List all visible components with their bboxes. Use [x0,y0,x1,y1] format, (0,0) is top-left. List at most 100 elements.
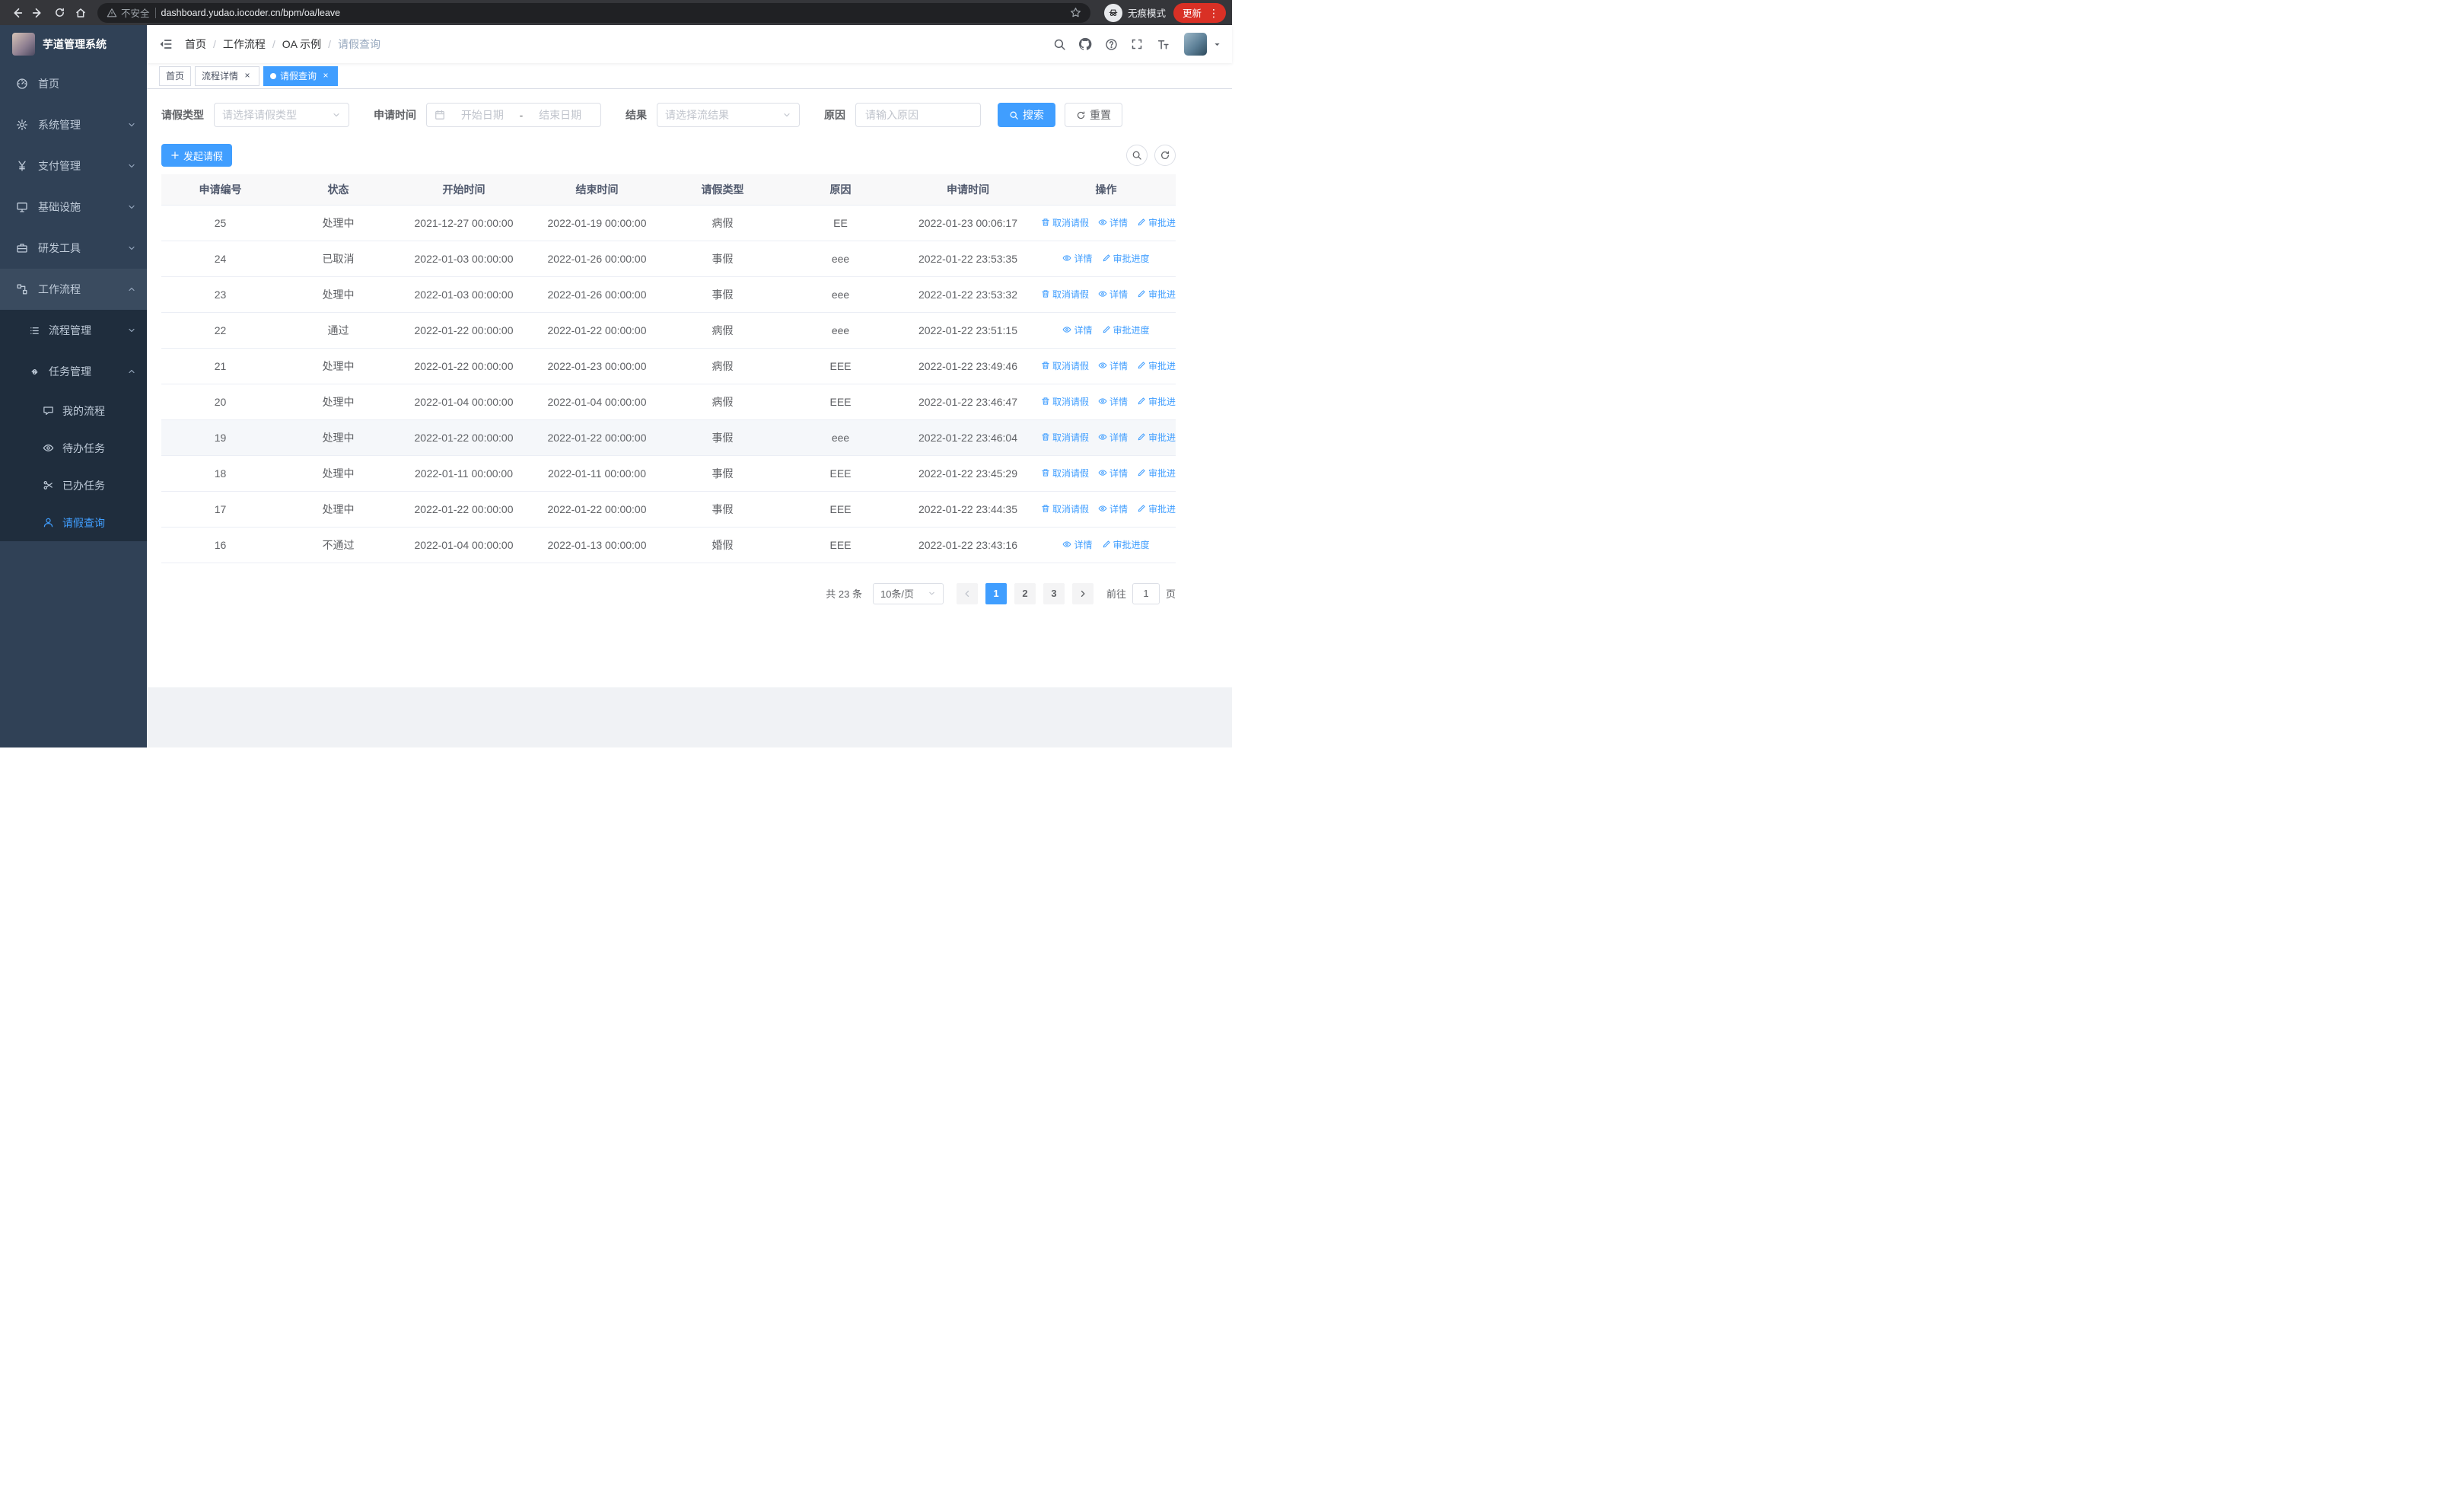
table-row: 17 处理中 2022-01-22 00:00:00 2022-01-22 00:00… [161,491,1176,528]
sidebar-item-done-tasks[interactable]: 已办任务 [0,467,147,504]
tab-home[interactable]: 首页 [159,65,192,86]
cancel-leave-link[interactable]: 取消请假 [1041,502,1089,515]
create-leave-button[interactable]: 发起请假 [161,144,233,167]
home-icon[interactable] [70,2,91,24]
cancel-leave-link[interactable]: 取消请假 [1041,288,1089,301]
tab-process-detail[interactable]: 流程详情 × [195,65,260,86]
detail-link[interactable]: 详情 [1098,502,1128,515]
yen-icon [16,160,29,172]
user-avatar[interactable] [1184,33,1207,56]
cell-apply-time: 2022-01-22 23:53:35 [899,241,1036,277]
forward-icon[interactable] [27,2,49,24]
page-button-1[interactable]: 1 [985,582,1007,604]
approval-progress-link[interactable]: 审批进度 [1137,395,1176,408]
close-icon[interactable]: × [320,70,331,81]
cell-start-time: 2022-01-03 00:00:00 [397,241,530,277]
detail-link[interactable]: 详情 [1062,324,1093,336]
chevron-down-icon [127,161,136,171]
help-icon[interactable] [1100,33,1122,55]
fullscreen-icon[interactable] [1126,33,1148,55]
toggle-search-button[interactable] [1126,145,1148,166]
prev-page-button[interactable] [956,582,978,604]
sidebar-collapse-icon[interactable] [147,25,185,63]
eye-icon [1062,541,1071,547]
caret-down-icon[interactable] [1213,40,1221,49]
sidebar-item-system[interactable]: 系统管理 [0,104,147,145]
breadcrumb-separator: / [272,38,275,50]
search-icon[interactable] [1049,33,1070,55]
reason-input[interactable] [855,103,981,127]
sidebar-item-workflow[interactable]: 工作流程 [0,269,147,310]
sidebar-item-todo-tasks[interactable]: 待办任务 [0,429,147,467]
leave-type-select[interactable]: 请选择请假类型 [214,103,349,127]
approval-progress-link[interactable]: 审批进度 [1137,467,1176,480]
font-size-icon[interactable] [1152,33,1173,55]
cell-reason: EEE [782,384,899,420]
detail-link[interactable]: 详情 [1098,395,1128,408]
pagination: 共 23 条 10条/页 1 2 3 前往 1 页 [161,582,1176,604]
sidebar-item-home[interactable]: 首页 [0,63,147,104]
breadcrumb-item: 工作流程 [222,38,266,50]
sidebar-item-devtools[interactable]: 研发工具 [0,228,147,269]
sidebar-item-process-mgmt[interactable]: 流程管理 [0,310,147,351]
breadcrumb-item[interactable]: 首页 [185,37,206,52]
page-size-select[interactable]: 10条/页 [872,582,944,604]
detail-link[interactable]: 详情 [1062,252,1093,265]
approval-progress-link[interactable]: 审批进度 [1102,324,1150,336]
cancel-leave-link[interactable]: 取消请假 [1041,359,1089,372]
bookmark-star-icon[interactable] [1070,7,1081,18]
approval-progress-link[interactable]: 审批进度 [1137,431,1176,444]
result-select[interactable]: 请选择流结果 [657,103,800,127]
github-icon[interactable] [1074,33,1096,55]
back-icon[interactable] [6,2,27,24]
refresh-table-button[interactable] [1154,145,1176,166]
cell-start-time: 2022-01-22 00:00:00 [397,491,530,528]
workflow-icon [16,283,29,295]
search-button[interactable]: 搜索 [998,103,1055,127]
approval-progress-link[interactable]: 审批进度 [1102,252,1150,265]
address-bar[interactable]: 不安全 dashboard.yudao.iocoder.cn/bpm/oa/le… [97,2,1090,23]
detail-link[interactable]: 详情 [1062,538,1093,551]
table-row: 22 通过 2022-01-22 00:00:00 2022-01-22 00:00:… [161,312,1176,349]
chevron-down-icon [928,589,936,598]
apply-time-range-picker[interactable]: 开始日期 - 结束日期 [426,103,601,127]
goto-page-input[interactable] [1132,582,1160,604]
tab-leave-query[interactable]: 请假查询 × [263,65,339,86]
cancel-leave-link[interactable]: 取消请假 [1041,467,1089,480]
page-button-3[interactable]: 3 [1043,582,1065,604]
approval-progress-link[interactable]: 审批进度 [1137,359,1176,372]
sidebar-item-my-process[interactable]: 我的流程 [0,392,147,429]
sidebar-item-infra[interactable]: 基础设施 [0,186,147,228]
approval-progress-link[interactable]: 审批进度 [1102,538,1150,551]
pagination-total: 共 23 条 [826,588,862,600]
page-button-2[interactable]: 2 [1014,582,1036,604]
cell-apply-time: 2022-01-22 23:49:46 [899,348,1036,384]
sidebar-menu: 首页 系统管理 支付管理 基础设施 研发工具 工作流程 流程管理 任务管理 我的… [0,63,147,541]
reset-button[interactable]: 重置 [1065,103,1122,127]
detail-link[interactable]: 详情 [1098,431,1128,444]
detail-link[interactable]: 详情 [1098,216,1128,229]
browser-update-button[interactable]: 更新 ⋮ [1173,2,1226,23]
menu-dots-icon[interactable]: ⋮ [1206,8,1221,18]
approval-progress-link[interactable]: 审批进度 [1137,288,1176,301]
approval-progress-link[interactable]: 审批进度 [1137,216,1176,229]
reload-icon[interactable] [49,2,70,24]
sidebar-item-payment[interactable]: 支付管理 [0,145,147,186]
app-logo[interactable]: 芋道管理系统 [0,25,147,63]
cancel-leave-link[interactable]: 取消请假 [1041,395,1089,408]
cancel-leave-link[interactable]: 取消请假 [1041,431,1089,444]
cancel-leave-link[interactable]: 取消请假 [1041,216,1089,229]
detail-link[interactable]: 详情 [1098,467,1128,480]
detail-link[interactable]: 详情 [1098,359,1128,372]
col-status: 状态 [279,174,397,206]
chevron-down-icon [782,110,791,120]
workflow-submenu: 流程管理 任务管理 我的流程 待办任务 已办任务 请假查询 [0,310,147,541]
chevron-down-icon [127,244,136,253]
approval-progress-link[interactable]: 审批进度 [1137,502,1176,515]
close-icon[interactable]: × [242,70,253,81]
sidebar-item-leave-query[interactable]: 请假查询 [0,504,147,541]
detail-link[interactable]: 详情 [1098,288,1128,301]
sidebar-item-task-mgmt[interactable]: 任务管理 [0,351,147,392]
next-page-button[interactable] [1071,582,1094,604]
security-warning[interactable]: 不安全 [107,5,150,20]
